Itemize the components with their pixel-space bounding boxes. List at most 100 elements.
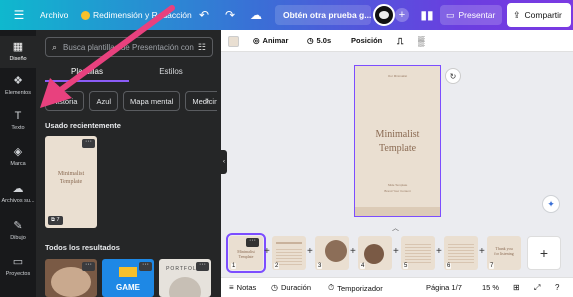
tab-templates[interactable]: Plantillas — [45, 67, 129, 82]
rail-label: Diseño — [9, 56, 27, 62]
filter-icon[interactable]: ☷ — [198, 42, 206, 53]
duration-footer-button[interactable]: ◷ Duración — [271, 283, 311, 292]
chevron-up-icon[interactable]: ︿ — [392, 223, 399, 233]
more-options-icon[interactable]: ··· — [139, 261, 152, 271]
menu-icon[interactable]: ☰ — [8, 4, 30, 26]
thumb-title-line2: Template — [238, 254, 254, 259]
add-collaborator-icon[interactable]: + — [395, 8, 409, 22]
page-thumbnail[interactable]: 3 — [315, 236, 349, 270]
background-color-swatch[interactable] — [228, 36, 239, 47]
add-between-icon[interactable]: + — [350, 246, 356, 257]
trial-button[interactable]: Obtén otra prueba g... — [275, 5, 371, 25]
zoom-level[interactable]: 15 % — [482, 283, 499, 292]
transparency-icon[interactable]: ▒ — [418, 36, 424, 46]
thumb-image — [325, 240, 347, 262]
tab-styles[interactable]: Estilos — [129, 67, 213, 82]
add-between-icon[interactable]: + — [393, 246, 399, 257]
chip-mind-map[interactable]: Mapa mental — [123, 91, 181, 111]
template-search[interactable]: ⌕ Busca plantillas de Presentación con ☷ — [45, 37, 213, 57]
notes-button[interactable]: ≡ Notas — [229, 283, 256, 292]
collapse-panel-icon[interactable]: ‹ — [221, 150, 227, 174]
page-thumbnail[interactable]: Thank you for listening 7 — [487, 236, 521, 270]
add-between-icon[interactable]: + — [264, 246, 270, 257]
page-thumbnail[interactable]: Minimalist Template ··· 1 — [226, 233, 266, 273]
rail-item-projects[interactable]: ▭ Proyectos — [0, 251, 36, 283]
file-menu[interactable]: Archivo — [40, 10, 68, 20]
recent-template-card[interactable]: Minimalist Template ··· ⧉ 7 — [45, 136, 97, 228]
thumb-text-block — [405, 242, 431, 264]
rail-item-design[interactable]: ▦ Diseño — [0, 36, 36, 68]
card-title-line1: Minimalist — [57, 171, 85, 177]
add-page-button[interactable]: + — [527, 236, 561, 270]
present-icon: ▭ — [446, 9, 455, 20]
search-input[interactable]: Busca plantillas de Presentación con — [63, 43, 194, 52]
result-card[interactable]: GAME ··· — [102, 259, 154, 297]
present-button[interactable]: ▭ Presentar — [440, 5, 502, 25]
chip-medicine[interactable]: Medicina — [185, 91, 217, 111]
recent-heading: Usado recientemente — [45, 121, 121, 130]
trial-label: Obtén otra prueba g... — [283, 10, 372, 20]
slide-title[interactable]: Minimalist Template — [355, 128, 440, 156]
duration-button[interactable]: ◷ 5.0s — [307, 36, 331, 45]
shapes-icon: ❖ — [13, 75, 23, 87]
more-options-icon[interactable]: ··· — [82, 261, 95, 271]
fullscreen-icon[interactable]: ⤢ — [534, 283, 540, 293]
add-between-icon[interactable]: + — [436, 246, 442, 257]
page-indicator[interactable]: Página 1/7 — [426, 283, 462, 292]
animate-icon: ◎ — [253, 36, 260, 45]
bottom-bar: ≡ Notas ◷ Duración ⏱ Temporizador Página… — [221, 277, 573, 297]
page-thumbnail[interactable]: 4 — [358, 236, 392, 270]
rail-label: Texto — [11, 125, 25, 131]
rail-item-brand[interactable]: ◈ Marca — [0, 141, 36, 173]
paint-format-icon[interactable]: ⎍ — [397, 36, 403, 47]
page-thumbnail[interactable]: 5 — [401, 236, 435, 270]
more-options-icon[interactable]: ··· — [246, 237, 259, 247]
more-options-icon[interactable]: ··· — [82, 138, 95, 148]
panel-tabs: Plantillas Estilos — [45, 67, 213, 82]
chip-history[interactable]: Historia — [45, 91, 85, 111]
redo-icon[interactable]: ↷ — [219, 4, 241, 26]
position-button[interactable]: Posición — [351, 36, 382, 45]
animate-button[interactable]: ◎ Animar — [253, 36, 288, 45]
add-between-icon[interactable]: + — [479, 246, 485, 257]
more-options-icon[interactable]: ··· — [196, 261, 209, 271]
rail-item-draw[interactable]: ✎ Dibujo — [0, 215, 36, 247]
pages-badge: ⧉ 7 — [48, 216, 63, 225]
refresh-icon[interactable]: ↻ — [445, 68, 461, 84]
timer-button[interactable]: ⏱ Temporizador — [328, 283, 383, 293]
animate-label: Animar — [262, 36, 289, 45]
rail-item-text[interactable]: T Texto — [0, 105, 36, 137]
help-icon[interactable]: ? — [555, 283, 559, 292]
magic-icon[interactable]: ✦ — [542, 195, 560, 213]
share-button[interactable]: ⇪ Compartir — [507, 3, 571, 27]
timer-label: Temporizador — [337, 283, 383, 293]
cloud-save-icon[interactable]: ☁ — [245, 4, 267, 26]
card-title: Minimalist Template — [45, 170, 97, 186]
rail-item-uploads[interactable]: ☁ Archivos su... — [0, 178, 36, 210]
page-number: 4 — [360, 263, 366, 269]
slide-canvas[interactable]: Our Minimalist Minimalist Template Slide… — [354, 65, 441, 217]
result-card[interactable]: PORTFOLIO ··· — [159, 259, 211, 297]
page-thumbnail[interactable]: 2 — [272, 236, 306, 270]
resize-button[interactable]: Redimensión y Redacción — [81, 10, 192, 20]
stats-icon[interactable]: ▮▮ — [416, 4, 438, 26]
draw-icon: ✎ — [13, 220, 23, 232]
thumb-title-line2: for listening — [494, 251, 514, 256]
grid-view-icon[interactable]: ⊞ — [513, 283, 520, 292]
all-results-heading: Todos los resultados — [45, 243, 120, 252]
avatar[interactable] — [373, 4, 395, 26]
category-chips: Historia Azul Mapa mental Medicina — [45, 91, 217, 111]
add-between-icon[interactable]: + — [307, 246, 313, 257]
page-number: 7 — [489, 263, 495, 269]
slide-subtitle-2: Brand Your Content — [384, 189, 411, 193]
thumb-text-block — [448, 242, 474, 264]
chip-blue[interactable]: Azul — [89, 91, 119, 111]
thumb-line — [276, 242, 302, 244]
chevron-right-icon[interactable]: › — [206, 95, 209, 105]
rail-item-elements[interactable]: ❖ Elementos — [0, 70, 36, 102]
undo-icon[interactable]: ↶ — [193, 4, 215, 26]
result-card[interactable]: ··· — [45, 259, 97, 297]
rail-label: Elementos — [5, 90, 31, 96]
slide-title-line2: Template — [378, 143, 417, 154]
page-thumbnail[interactable]: 6 — [444, 236, 478, 270]
